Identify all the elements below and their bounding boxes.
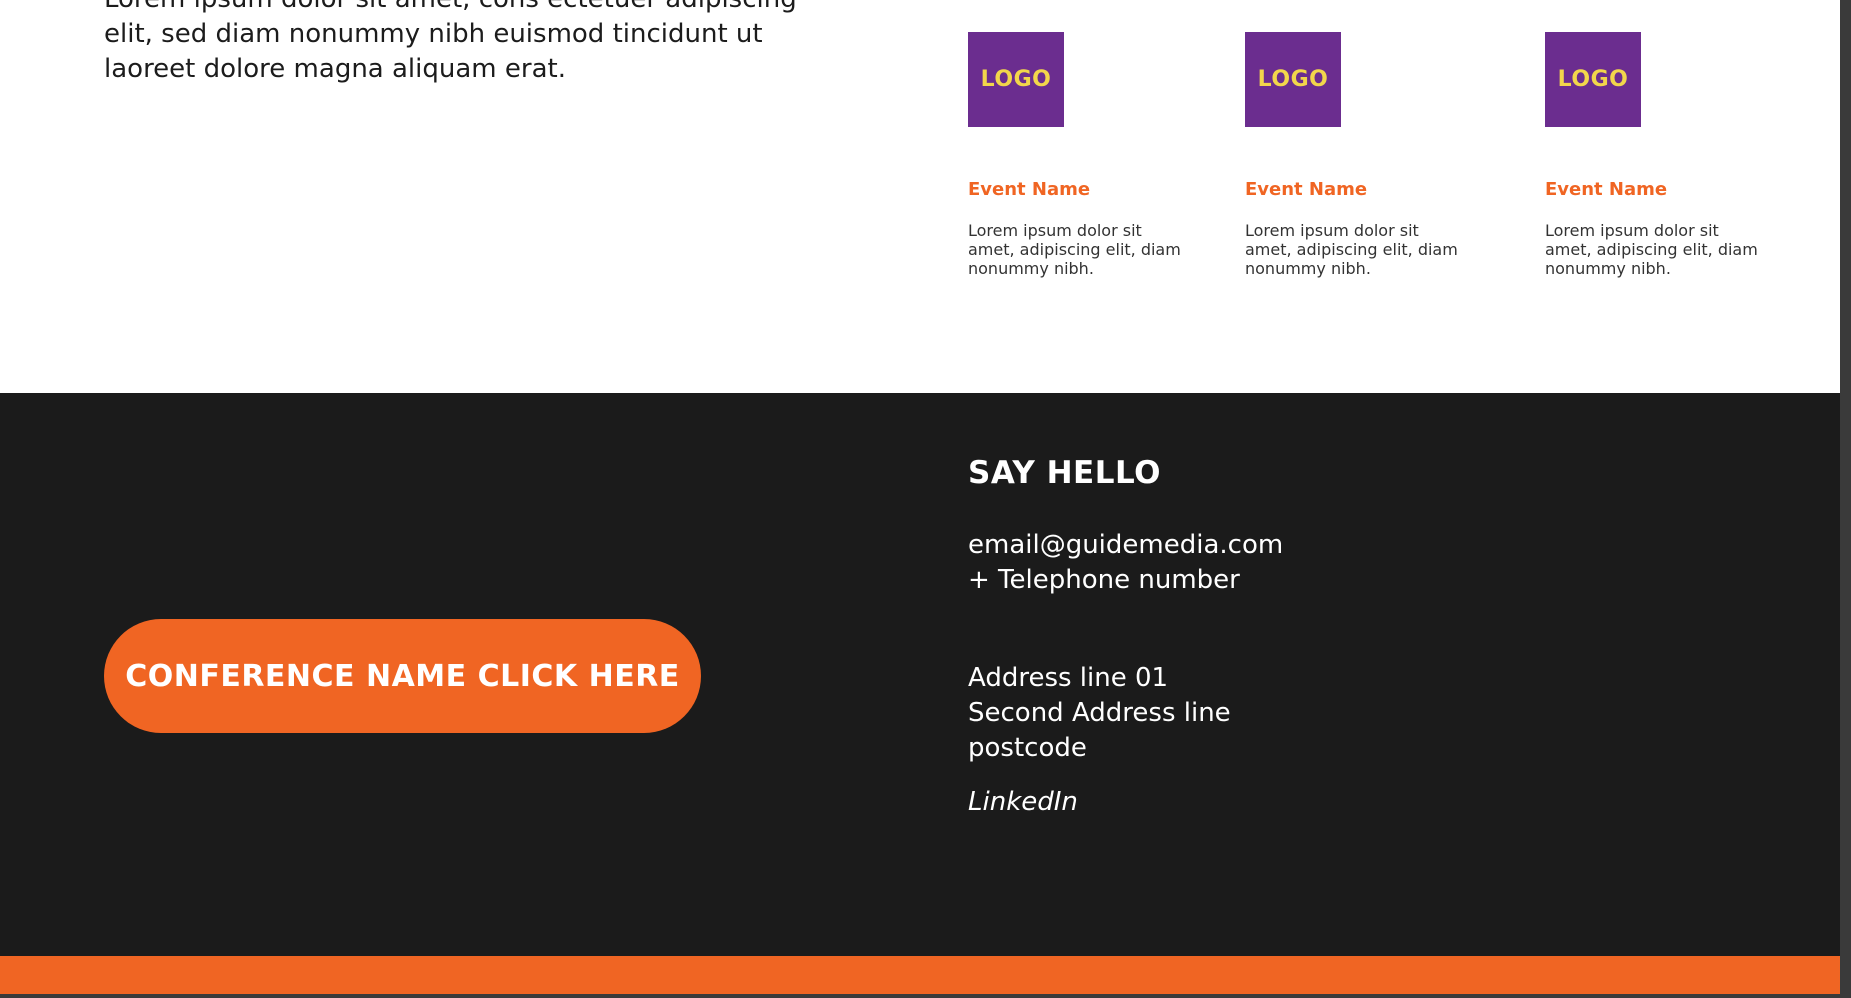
event-logo[interactable]: LOGO (1545, 32, 1641, 127)
address-line-1: Address line 01 (968, 663, 1169, 693)
event-description: Lorem ipsum dolor sit amet, adipiscing e… (1545, 221, 1758, 278)
event-card: LOGO Event Name Lorem ipsum dolor sit am… (968, 32, 1188, 278)
contact-heading: SAY HELLO (968, 455, 1161, 491)
events-section: Lorem ipsum dolor sit amet, cons ectetue… (0, 0, 1840, 393)
intro-paragraph: Lorem ipsum dolor sit amet, cons ectetue… (104, 0, 797, 84)
footer: CONFERENCE NAME CLICK HERE SAY HELLO ema… (0, 393, 1840, 956)
event-description: Lorem ipsum dolor sit amet, adipiscing e… (1245, 221, 1458, 278)
email-phone-block: email@guidemedia.com + Telephone number (968, 528, 1283, 598)
event-card: LOGO Event Name Lorem ipsum dolor sit am… (1545, 32, 1765, 278)
conference-cta-button[interactable]: CONFERENCE NAME CLICK HERE (104, 619, 701, 733)
linkedin-link[interactable]: LinkedIn (968, 785, 1078, 820)
address-line-2: Second Address line (968, 698, 1231, 728)
window-edge (1840, 0, 1851, 998)
event-card: LOGO Event Name Lorem ipsum dolor sit am… (1245, 32, 1465, 278)
telephone-link[interactable]: + Telephone number (968, 563, 1283, 598)
event-name: Event Name (1245, 179, 1368, 200)
contact-block: SAY HELLO email@guidemedia.com + Telepho… (968, 453, 1568, 817)
address-postcode: postcode (968, 733, 1087, 763)
email-link[interactable]: email@guidemedia.com (968, 528, 1283, 563)
event-name: Event Name (968, 179, 1091, 200)
address-block: Address line 01 Second Address line post… (968, 661, 1231, 766)
event-logo[interactable]: LOGO (968, 32, 1064, 127)
page: Lorem ipsum dolor sit amet, cons ectetue… (0, 0, 1851, 998)
bottom-accent-bar (0, 956, 1840, 994)
event-description: Lorem ipsum dolor sit amet, adipiscing e… (968, 221, 1181, 278)
event-logo[interactable]: LOGO (1245, 32, 1341, 127)
event-name: Event Name (1545, 179, 1668, 200)
